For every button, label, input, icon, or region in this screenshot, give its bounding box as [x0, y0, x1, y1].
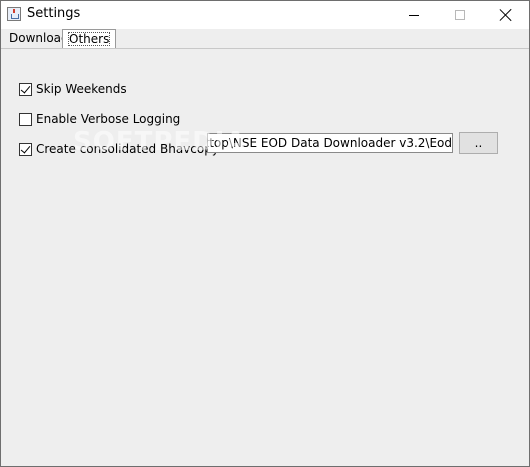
settings-window: Settings Download Others Skip Weekends E… — [0, 0, 530, 467]
skip-weekends-option[interactable]: Skip Weekends — [19, 81, 127, 97]
maximize-button — [437, 1, 483, 29]
close-button[interactable] — [483, 1, 529, 29]
verbose-logging-option[interactable]: Enable Verbose Logging — [19, 111, 180, 127]
verbose-logging-label: Enable Verbose Logging — [36, 112, 181, 126]
window-title: Settings — [27, 6, 81, 21]
close-icon — [500, 9, 512, 21]
skip-weekends-checkbox[interactable] — [19, 82, 32, 96]
browse-button[interactable]: .. — [459, 132, 498, 154]
tab-strip: Download Others — [1, 29, 529, 49]
title-bar: Settings — [1, 1, 529, 29]
verbose-logging-checkbox[interactable] — [19, 112, 32, 126]
tab-divider — [1, 48, 529, 49]
tab-download-label: Download — [9, 31, 69, 45]
bhavcopy-path-value: \Users\Miki\Desktop\NSE EOD Data Downloa… — [208, 136, 452, 150]
consolidated-bhavcopy-label: Create consolidated Bhavcopy — [36, 142, 219, 156]
consolidated-bhavcopy-option[interactable]: Create consolidated Bhavcopy — [19, 141, 219, 157]
browse-button-label: .. — [474, 136, 483, 150]
consolidated-bhavcopy-checkbox[interactable] — [19, 142, 32, 156]
maximize-icon — [455, 10, 465, 20]
skip-weekends-label: Skip Weekends — [36, 82, 127, 96]
tab-others[interactable]: Others — [62, 29, 117, 48]
bhavcopy-path-field[interactable]: \Users\Miki\Desktop\NSE EOD Data Downloa… — [207, 133, 453, 153]
tab-others-label: Others — [68, 32, 111, 46]
java-app-icon — [7, 7, 21, 21]
minimize-button[interactable] — [391, 1, 437, 29]
minimize-icon — [409, 14, 419, 16]
